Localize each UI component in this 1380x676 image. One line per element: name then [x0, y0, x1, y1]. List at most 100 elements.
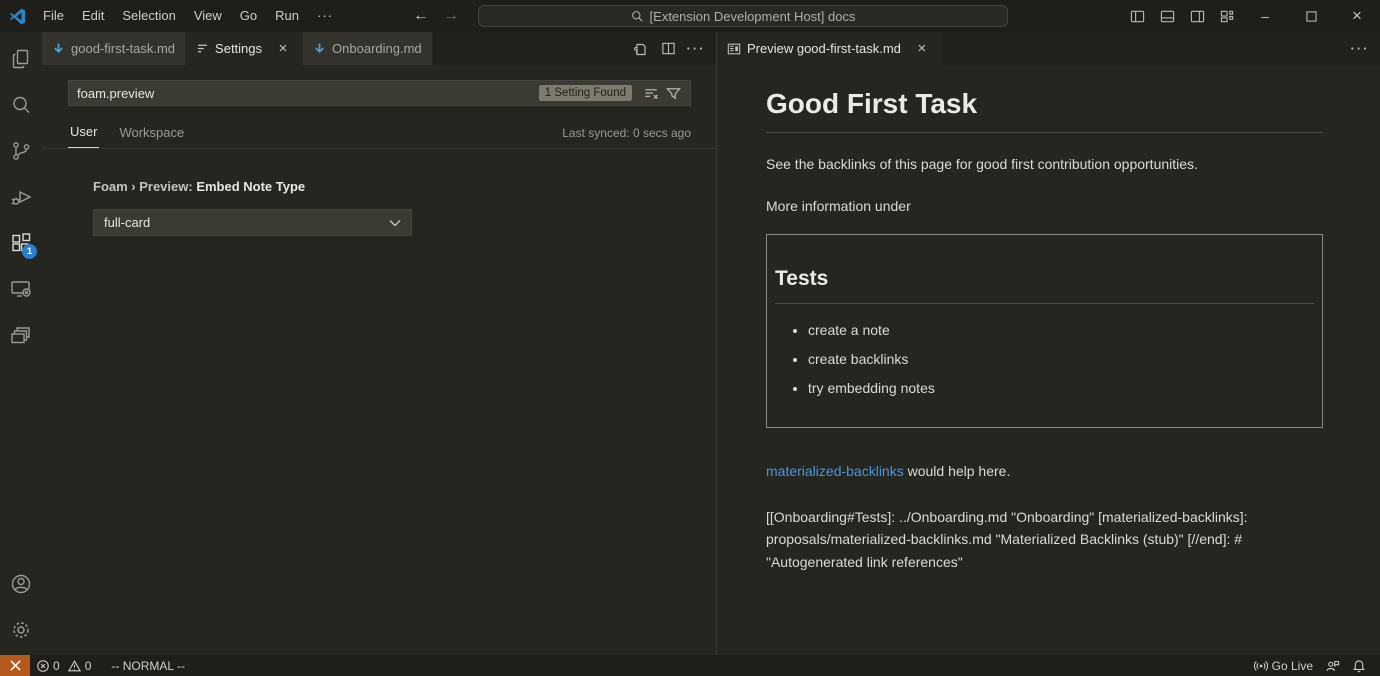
more-actions-icon[interactable]: ···: [684, 37, 708, 61]
warning-icon: [67, 659, 82, 673]
menu-more[interactable]: ···: [308, 0, 342, 32]
remote-indicator[interactable]: [0, 655, 30, 676]
sidebar-item-explorer[interactable]: [0, 36, 42, 82]
status-bar: 0 0 -- NORMAL -- Go Live: [0, 655, 1380, 676]
list-item: create backlinks: [808, 349, 1314, 370]
filter-settings-icon[interactable]: [662, 82, 684, 104]
feedback-button[interactable]: [1319, 655, 1346, 676]
right-tabstrip: Preview good-first-task.md × ···: [717, 32, 1380, 65]
close-icon[interactable]: ×: [1334, 0, 1380, 32]
menubar: File Edit Selection View Go Run ···: [34, 0, 342, 32]
back-arrow-icon[interactable]: ←: [406, 7, 436, 25]
list-item: try embedding notes: [808, 378, 1314, 399]
activity-bar: 1: [0, 32, 42, 655]
git-branch-icon: [9, 139, 33, 163]
list-item: create a note: [808, 320, 1314, 341]
tab-label: Onboarding.md: [332, 41, 422, 56]
menu-edit[interactable]: Edit: [73, 0, 113, 32]
problems-status[interactable]: 0 0: [30, 655, 97, 676]
setting-category: Foam › Preview:: [93, 179, 196, 194]
clear-search-filters-icon[interactable]: [640, 82, 662, 104]
menu-run[interactable]: Run: [266, 0, 308, 32]
go-live-button[interactable]: Go Live: [1248, 655, 1319, 676]
sidebar-item-run-debug[interactable]: [0, 174, 42, 220]
sidebar-item-windows[interactable]: [0, 312, 42, 358]
vim-mode-status[interactable]: -- NORMAL --: [105, 655, 191, 676]
run-and-debug-icon: [9, 185, 33, 209]
menu-go[interactable]: Go: [231, 0, 266, 32]
manage-button[interactable]: [0, 607, 42, 653]
markdown-preview[interactable]: Good First Task See the backlinks of thi…: [717, 65, 1380, 655]
embed-note-type-select[interactable]: full-card: [93, 209, 412, 236]
window-controls: – ×: [1242, 0, 1380, 32]
command-center-label: [Extension Development Host] docs: [650, 9, 856, 24]
editor-group-left: good-first-task.md Settings × Onboarding…: [42, 32, 717, 655]
minimize-icon[interactable]: –: [1242, 0, 1288, 32]
link-references-text: [[Onboarding#Tests]: ../Onboarding.md "O…: [766, 506, 1323, 574]
toggle-sidebar-icon[interactable]: [1122, 0, 1152, 32]
menu-selection[interactable]: Selection: [113, 0, 184, 32]
open-settings-json-icon[interactable]: [628, 37, 652, 61]
files-icon: [9, 47, 33, 71]
last-synced-label: Last synced: 0 secs ago: [562, 126, 691, 148]
setting-name: Embed Note Type: [196, 179, 305, 194]
split-editor-icon[interactable]: [656, 37, 680, 61]
chevron-down-icon: [389, 219, 401, 227]
remote-icon: [9, 659, 22, 672]
sidebar-item-remote-explorer[interactable]: [0, 266, 42, 312]
go-live-label: Go Live: [1272, 659, 1313, 673]
menu-file[interactable]: File: [34, 0, 73, 32]
tab-preview-good-first-task[interactable]: Preview good-first-task.md ×: [717, 32, 942, 65]
settings-search-input[interactable]: [77, 86, 539, 101]
embed-list: create a note create backlinks try embed…: [775, 320, 1314, 399]
tab-good-first-task[interactable]: good-first-task.md: [42, 32, 186, 65]
preview-paragraph: More information under: [766, 196, 1323, 217]
sidebar-item-search[interactable]: [0, 82, 42, 128]
tab-label: Settings: [215, 41, 262, 56]
account-icon: [9, 572, 33, 596]
embedded-note-card: Tests create a note create backlinks try…: [766, 234, 1323, 428]
tab-settings[interactable]: Settings ×: [186, 32, 303, 65]
error-icon: [36, 659, 50, 673]
search-icon: [9, 93, 33, 117]
left-tabstrip: good-first-task.md Settings × Onboarding…: [42, 32, 716, 65]
sidebar-item-extensions[interactable]: 1: [0, 220, 42, 266]
gear-icon: [9, 618, 33, 642]
settings-editor-icon: [196, 42, 209, 55]
bell-icon: [1352, 659, 1366, 673]
markdown-icon: [52, 42, 65, 55]
setting-title: Foam › Preview: Embed Note Type: [93, 179, 691, 194]
markdown-icon: [313, 42, 326, 55]
broadcast-icon: [1254, 659, 1268, 673]
remote-explorer-icon: [9, 277, 33, 301]
more-actions-icon[interactable]: ···: [1348, 37, 1372, 61]
setting-embed-note-type: Foam › Preview: Embed Note Type full-car…: [93, 179, 691, 236]
scope-tab-workspace[interactable]: Workspace: [117, 119, 186, 148]
maximize-icon[interactable]: [1288, 0, 1334, 32]
command-center-search[interactable]: [Extension Development Host] docs: [478, 5, 1008, 27]
editor-group-right: Preview good-first-task.md × ··· Good Fi…: [717, 32, 1380, 655]
tab-onboarding[interactable]: Onboarding.md: [303, 32, 433, 65]
status-bar-right: Go Live: [1248, 655, 1380, 676]
materialized-backlinks-link[interactable]: materialized-backlinks: [766, 463, 904, 479]
menu-view[interactable]: View: [185, 0, 231, 32]
settings-scope-bar: User Workspace Last synced: 0 secs ago: [42, 118, 716, 149]
embed-title: Tests: [775, 263, 1314, 304]
toggle-panel-icon[interactable]: [1152, 0, 1182, 32]
layers-icon: [9, 323, 33, 347]
activity-bar-bottom: [0, 561, 42, 655]
customize-layout-icon[interactable]: [1212, 0, 1242, 32]
vscode-window: File Edit Selection View Go Run ··· ← → …: [0, 0, 1380, 676]
error-count: 0: [53, 659, 60, 673]
vscode-logo-icon: [0, 8, 34, 25]
accounts-button[interactable]: [0, 561, 42, 607]
forward-arrow-icon[interactable]: →: [436, 7, 466, 25]
tab-close-icon[interactable]: ×: [913, 40, 931, 58]
sidebar-item-source-control[interactable]: [0, 128, 42, 174]
toggle-secondary-sidebar-icon[interactable]: [1182, 0, 1212, 32]
tab-close-icon[interactable]: ×: [274, 40, 292, 58]
search-icon: [631, 10, 644, 23]
scope-tab-user[interactable]: User: [68, 118, 99, 148]
preview-title: Good First Task: [766, 83, 1323, 133]
notifications-button[interactable]: [1346, 655, 1372, 676]
